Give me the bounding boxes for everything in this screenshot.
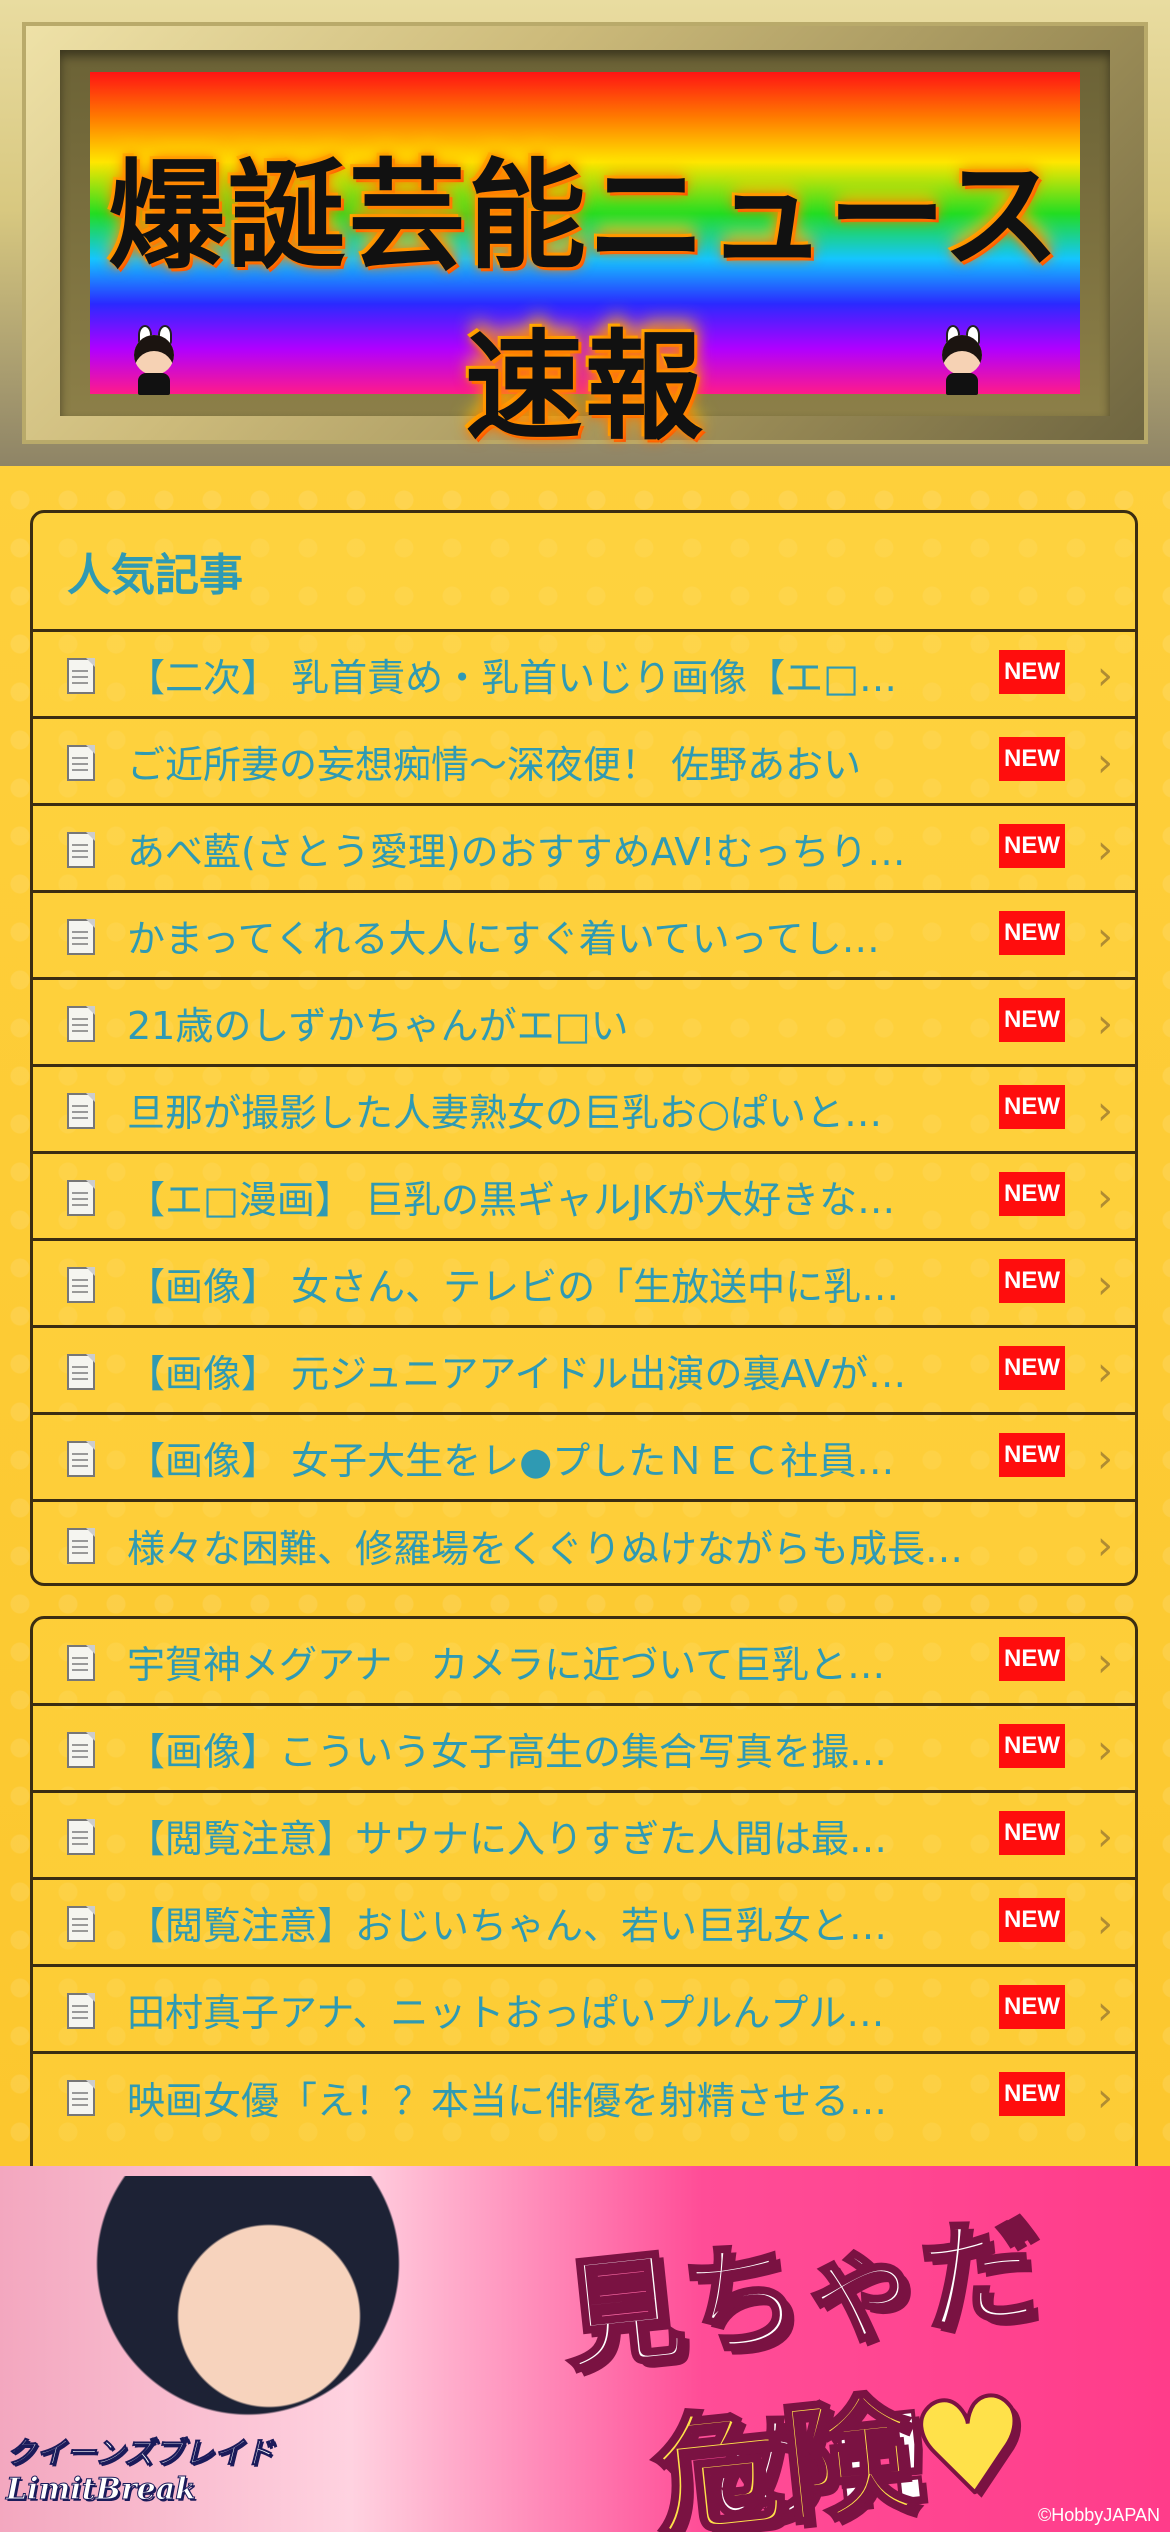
- latest-articles-list: 宇賀神メグアナ カメラに近づいて巨乳と… NEW › 【画像】こういう女子高生の集合写…: [33, 1619, 1135, 2141]
- chevron-right-icon: ›: [1097, 1988, 1113, 2034]
- document-icon: [67, 1732, 95, 1768]
- document-icon: [67, 745, 95, 781]
- article-row[interactable]: 【二次】 乳首責め・乳首いじり画像【エ□… NEW ›: [33, 632, 1135, 719]
- article-title-link[interactable]: 様々な困難、修羅場をくぐりぬけながらも成長…: [127, 1518, 1057, 1573]
- article-title-link[interactable]: 宇賀神メグアナ カメラに近づいて巨乳と…: [127, 1634, 1017, 1689]
- article-title-link[interactable]: 【閲覧注意】サウナに入りすぎた人間は最…: [127, 1808, 1017, 1863]
- new-badge: NEW: [999, 824, 1065, 868]
- new-badge: NEW: [999, 737, 1065, 781]
- new-badge: NEW: [999, 2072, 1065, 2116]
- document-icon: [67, 1441, 95, 1477]
- advertisement-banner[interactable]: 見ちゃだめ!! 危険♥ クイーンズブレイド LimitBreak ©HobbyJ…: [0, 2166, 1170, 2532]
- article-title-link[interactable]: 21歳のしずかちゃんがエ□い: [127, 995, 1017, 1050]
- document-icon: [67, 1906, 95, 1942]
- article-title-link[interactable]: ご近所妻の妄想痴情〜深夜便！ 佐野あおい: [127, 734, 1017, 789]
- article-row[interactable]: 映画女優「え！？本当に俳優を射精させる… NEW ›: [33, 2054, 1135, 2141]
- article-title-link[interactable]: 【画像】 女子大生をレ●プしたＮＥＣ社員…: [127, 1430, 1017, 1485]
- new-badge: NEW: [999, 1433, 1065, 1477]
- document-icon: [67, 658, 95, 694]
- chevron-right-icon: ›: [1097, 1262, 1113, 1308]
- article-title-link[interactable]: 映画女優「え！？本当に俳優を射精させる…: [127, 2070, 1017, 2125]
- ad-logo-line1: クイーンズブレイド: [6, 2436, 275, 2472]
- chevron-right-icon: ›: [1097, 1523, 1113, 1569]
- new-badge: NEW: [999, 998, 1065, 1042]
- new-badge: NEW: [999, 1811, 1065, 1855]
- article-title-link[interactable]: かまってくれる大人にすぐ着いていってし…: [127, 908, 1017, 963]
- popular-articles-heading: 人気記事: [33, 513, 1135, 632]
- chevron-right-icon: ›: [1097, 1349, 1113, 1395]
- new-badge: NEW: [999, 1259, 1065, 1303]
- popular-articles-list: 【二次】 乳首責め・乳首いじり画像【エ□… NEW › ご近所妻の妄想痴情〜深夜便！ …: [33, 632, 1135, 1583]
- chevron-right-icon: ›: [1097, 1727, 1113, 1773]
- document-icon: [67, 1267, 95, 1303]
- latest-articles-panel: 宇賀神メグアナ カメラに近づいて巨乳と… NEW › 【画像】こういう女子高生の集合写…: [30, 1616, 1138, 2236]
- chevron-right-icon: ›: [1097, 1640, 1113, 1686]
- document-icon: [67, 919, 95, 955]
- chevron-right-icon: ›: [1097, 1901, 1113, 1947]
- chevron-right-icon: ›: [1097, 1814, 1113, 1860]
- ad-game-logo: クイーンズブレイド LimitBreak: [6, 2436, 306, 2508]
- document-icon: [67, 1645, 95, 1681]
- ad-logo-line2: LimitBreak: [6, 2472, 197, 2508]
- article-title-link[interactable]: 【閲覧注意】おじいちゃん、若い巨乳女と…: [127, 1895, 1017, 1950]
- article-row[interactable]: 【画像】こういう女子高生の集合写真を撮… NEW ›: [33, 1706, 1135, 1793]
- mascot-right-icon: [934, 325, 990, 395]
- chevron-right-icon: ›: [1097, 1001, 1113, 1047]
- chevron-right-icon: ›: [1097, 827, 1113, 873]
- article-row[interactable]: かまってくれる大人にすぐ着いていってし… NEW ›: [33, 893, 1135, 980]
- new-badge: NEW: [999, 1637, 1065, 1681]
- document-icon: [67, 2080, 95, 2116]
- article-title-link[interactable]: 【エ□漫画】 巨乳の黒ギャルJKが大好きな…: [127, 1169, 1017, 1224]
- new-badge: NEW: [999, 1085, 1065, 1129]
- article-row[interactable]: 【画像】 女子大生をレ●プしたＮＥＣ社員… NEW ›: [33, 1415, 1135, 1502]
- document-icon: [67, 1993, 95, 2029]
- article-title-link[interactable]: 旦那が撮影した人妻熟女の巨乳お○ぱいと…: [127, 1082, 1017, 1137]
- article-title-link[interactable]: 【二次】 乳首責め・乳首いじり画像【エ□…: [127, 647, 1017, 702]
- site-title[interactable]: 爆誕芸能ニュース速報: [90, 120, 1080, 462]
- document-icon: [67, 1819, 95, 1855]
- article-row[interactable]: 【エ□漫画】 巨乳の黒ギャルJKが大好きな… NEW ›: [33, 1154, 1135, 1241]
- article-row[interactable]: あべ藍(さとう愛理)のおすすめAV!むっちり… NEW ›: [33, 806, 1135, 893]
- article-row[interactable]: 田村真子アナ、ニットおっぱいプルんプル… NEW ›: [33, 1967, 1135, 2054]
- document-icon: [67, 1528, 95, 1564]
- article-row[interactable]: 【画像】 元ジュニアアイドル出演の裏AVが… NEW ›: [33, 1328, 1135, 1415]
- popular-articles-panel: 人気記事 【二次】 乳首責め・乳首いじり画像【エ□… NEW › ご近所妻の妄想痴情〜…: [30, 510, 1138, 1586]
- new-badge: NEW: [999, 1346, 1065, 1390]
- chevron-right-icon: ›: [1097, 653, 1113, 699]
- chevron-right-icon: ›: [1097, 1436, 1113, 1482]
- mascot-left-icon: [126, 325, 182, 395]
- chevron-right-icon: ›: [1097, 1175, 1113, 1221]
- article-title-link[interactable]: 【画像】 元ジュニアアイドル出演の裏AVが…: [127, 1343, 1017, 1398]
- site-header[interactable]: 爆誕芸能ニュース速報: [0, 0, 1170, 466]
- new-badge: NEW: [999, 911, 1065, 955]
- new-badge: NEW: [999, 1985, 1065, 2029]
- article-row[interactable]: 宇賀神メグアナ カメラに近づいて巨乳と… NEW ›: [33, 1619, 1135, 1706]
- chevron-right-icon: ›: [1097, 2075, 1113, 2121]
- article-row[interactable]: ご近所妻の妄想痴情〜深夜便！ 佐野あおい NEW ›: [33, 719, 1135, 806]
- article-title-link[interactable]: 【画像】 女さん、テレビの「生放送中に乳…: [127, 1256, 1017, 1311]
- document-icon: [67, 1354, 95, 1390]
- article-row[interactable]: 様々な困難、修羅場をくぐりぬけながらも成長… ›: [33, 1502, 1135, 1583]
- document-icon: [67, 1093, 95, 1129]
- chevron-right-icon: ›: [1097, 740, 1113, 786]
- new-badge: NEW: [999, 1724, 1065, 1768]
- chevron-right-icon: ›: [1097, 914, 1113, 960]
- document-icon: [67, 1180, 95, 1216]
- article-row[interactable]: 旦那が撮影した人妻熟女の巨乳お○ぱいと… NEW ›: [33, 1067, 1135, 1154]
- new-badge: NEW: [999, 1172, 1065, 1216]
- article-title-link[interactable]: 【画像】こういう女子高生の集合写真を撮…: [127, 1721, 1017, 1776]
- document-icon: [67, 832, 95, 868]
- article-row[interactable]: 21歳のしずかちゃんがエ□い NEW ›: [33, 980, 1135, 1067]
- article-row[interactable]: 【閲覧注意】おじいちゃん、若い巨乳女と… NEW ›: [33, 1880, 1135, 1967]
- article-title-link[interactable]: 田村真子アナ、ニットおっぱいプルんプル…: [127, 1982, 1017, 2037]
- article-title-link[interactable]: あべ藍(さとう愛理)のおすすめAV!むっちり…: [127, 821, 1017, 876]
- article-row[interactable]: 【閲覧注意】サウナに入りすぎた人間は最… NEW ›: [33, 1793, 1135, 1880]
- article-row[interactable]: 【画像】 女さん、テレビの「生放送中に乳… NEW ›: [33, 1241, 1135, 1328]
- new-badge: NEW: [999, 1898, 1065, 1942]
- document-icon: [67, 1006, 95, 1042]
- ad-copyright: ©HobbyJAPAN: [1038, 2505, 1160, 2525]
- chevron-right-icon: ›: [1097, 1088, 1113, 1134]
- new-badge: NEW: [999, 650, 1065, 694]
